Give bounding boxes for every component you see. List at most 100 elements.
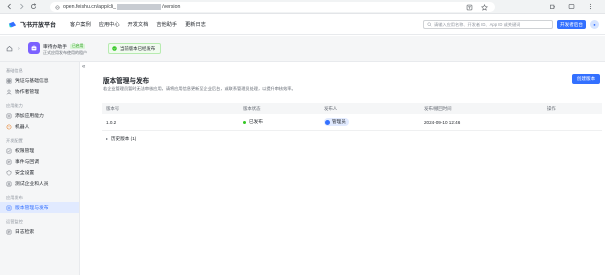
column-header-status: 版本状态 xyxy=(243,105,261,111)
add-capability-icon xyxy=(6,113,12,118)
publish-status-text: 当前版本已经发布 xyxy=(120,45,156,51)
publisher-chip[interactable]: 管理员 xyxy=(324,118,349,126)
create-version-button[interactable]: 创建版本 xyxy=(572,74,600,84)
sidebar-item-test-tenants[interactable]: 测试企业和人员 xyxy=(0,178,79,189)
address-bar[interactable]: open.feishu.cn/app/cli_ xxxxxxxxxxxxxxxx… xyxy=(50,2,495,12)
breadcrumb-separator-icon: › xyxy=(18,46,20,52)
forward-icon[interactable] xyxy=(16,2,26,12)
sidebar-item-label: 测试企业和人员 xyxy=(15,182,49,187)
app-name-text: 审待办助手 xyxy=(43,45,67,50)
search-input[interactable]: 请输入应用名称、开发者 ID、App ID 或关键词 xyxy=(423,20,553,29)
tab-search-icon[interactable] xyxy=(567,2,576,11)
app-avatar-icon xyxy=(28,42,40,54)
status-dot-icon xyxy=(243,120,246,124)
menu-item-changelog[interactable]: 更新日志 xyxy=(185,21,206,28)
sidebar-group-basic: 基础信息 xyxy=(6,68,23,73)
page-title: 版本管理与发布 xyxy=(103,78,150,85)
back-icon[interactable] xyxy=(4,2,14,12)
star-icon[interactable] xyxy=(481,4,488,11)
sidebar-group-release: 应用发布 xyxy=(6,195,23,200)
more-menu-icon[interactable] xyxy=(586,2,595,11)
search-icon xyxy=(427,22,432,27)
column-header-actions: 操作 xyxy=(547,105,556,111)
sidebar-item-label: 版本管理与发布 xyxy=(15,206,49,211)
expand-arrow-icon: ▸ xyxy=(106,136,109,141)
sidebar-group-dev-config: 开发配置 xyxy=(6,138,23,143)
check-circle-icon xyxy=(112,46,117,51)
sidebar-item-label: 机器人 xyxy=(15,125,30,130)
shield-icon xyxy=(6,169,12,176)
sidebar-item-label: 安全设置 xyxy=(15,171,35,176)
extensions-icon[interactable] xyxy=(548,2,557,11)
developer-console-button[interactable]: 开发者后台 xyxy=(557,20,586,29)
column-header-publisher: 发布人 xyxy=(324,105,338,111)
permissions-icon xyxy=(6,148,12,153)
search-placeholder: 请输入应用名称、开发者 ID、App ID 或关键词 xyxy=(434,21,521,27)
feishu-logo[interactable]: 飞书开放平台 xyxy=(8,20,56,29)
collapse-sidebar-icon[interactable]: « xyxy=(82,64,85,70)
app-grid-icon xyxy=(6,78,12,83)
site-info-icon[interactable] xyxy=(55,5,60,10)
sidebar-item-label: 权限管理 xyxy=(15,149,35,154)
status-text: 已发布 xyxy=(249,119,263,124)
version-icon xyxy=(6,205,12,210)
user-avatar[interactable]: ● xyxy=(590,20,599,29)
top-menu: 客户案例 应用中心 开发文档 吉他助手 更新日志 xyxy=(70,21,206,28)
sidebar-item-events[interactable]: 事件与回调 xyxy=(0,156,79,167)
main-content: 版本管理与发布 若企业管理员暂时无法审核应用，请将应用信息更新至企业后台，或联系… xyxy=(92,62,605,275)
sidebar-item-credentials[interactable]: 凭证与基础信息 xyxy=(0,75,79,86)
user-icon xyxy=(6,89,12,94)
redacted-url-segment: xxxxxxxxxxxxxxxxx xyxy=(117,4,162,10)
publisher-avatar xyxy=(325,119,330,125)
history-versions-row[interactable]: ▸ 历史版本 (1) xyxy=(102,131,602,146)
column-header-version: 版本号 xyxy=(106,105,120,111)
logo-text: 飞书开放平台 xyxy=(20,23,57,29)
sidebar-item-log-search[interactable]: 日志检索 xyxy=(0,226,79,237)
sidebar-item-label: 日志检索 xyxy=(15,230,35,235)
url-text: open.feishu.cn/app/cli_ xyxy=(63,4,117,10)
history-expand-toggle[interactable]: ▸ 历史版本 (1) xyxy=(102,136,136,142)
app-org-text: 正式应用发布使用的租户 xyxy=(43,50,87,55)
table-header: 版本号 版本状态 发布人 发布/撤回时间 操作 xyxy=(102,103,602,114)
app-header: › 审待办助手 已启用 正式应用发布使用的租户 当前版本已经发布 xyxy=(0,36,605,62)
sidebar-item-label: 协作者管理 xyxy=(15,90,39,95)
sidebar-group-capabilities: 应用能力 xyxy=(6,103,23,108)
menu-item-assistant[interactable]: 吉他助手 xyxy=(156,21,177,28)
sidebar-item-security[interactable]: 安全设置 xyxy=(0,167,79,178)
sidebar-item-label: 添加应用能力 xyxy=(15,114,44,119)
app-status-badge: 已启用 xyxy=(70,44,86,49)
sidebar-item-label: 凭证与基础信息 xyxy=(15,79,49,84)
sidebar-item-label: 事件与回调 xyxy=(15,160,39,165)
feishu-logo-icon xyxy=(8,21,17,28)
publisher-cell: 管理员 xyxy=(320,118,420,126)
column-header-time: 发布/撤回时间 xyxy=(424,105,452,111)
status-cell: 已发布 xyxy=(239,119,320,125)
time-cell: 2024-09-10 12:46 xyxy=(424,119,461,125)
version-table: 版本号 版本状态 发布人 发布/撤回时间 操作 1.0.2 已发布 管理员 20… xyxy=(102,103,602,146)
publisher-name: 管理员 xyxy=(332,119,346,124)
translate-icon[interactable] xyxy=(466,4,473,11)
table-row[interactable]: 1.0.2 已发布 管理员 2024-09-10 12:46 xyxy=(102,114,602,131)
version-cell: 1.0.2 xyxy=(106,119,117,125)
sidebar-item-permissions[interactable]: 权限管理 xyxy=(0,145,79,156)
browser-toolbar: open.feishu.cn/app/cli_ xxxxxxxxxxxxxxxx… xyxy=(0,0,605,14)
sidebar-item-bot[interactable]: 机器人 xyxy=(0,121,79,132)
sidebar-item-add-capability[interactable]: 添加应用能力 xyxy=(0,110,79,121)
publish-status-banner: 当前版本已经发布 xyxy=(108,43,161,54)
menu-item-docs[interactable]: 开发文档 xyxy=(128,21,149,28)
sidebar-item-version-release[interactable]: 版本管理与发布 xyxy=(0,202,79,213)
test-users-icon xyxy=(6,181,12,186)
menu-item-cases[interactable]: 客户案例 xyxy=(70,21,91,28)
home-icon[interactable] xyxy=(5,44,14,53)
reload-icon[interactable] xyxy=(28,2,38,12)
sidebar-group-ops: 运营监控 xyxy=(6,219,23,224)
menu-item-app-center[interactable]: 应用中心 xyxy=(99,21,120,28)
bot-icon xyxy=(6,124,12,129)
top-navigation: 飞书开放平台 客户案例 应用中心 开发文档 吉他助手 更新日志 请输入应用名称、… xyxy=(0,15,605,35)
sidebar: 基础信息 凭证与基础信息 协作者管理 应用能力 添加应用能力 机器人 开发配置 … xyxy=(0,62,80,275)
log-icon xyxy=(6,229,12,234)
url-suffix-text: /version xyxy=(162,4,181,10)
sidebar-item-collaborators[interactable]: 协作者管理 xyxy=(0,86,79,97)
app-name[interactable]: 审待办助手 已启用 xyxy=(43,43,86,50)
page-description: 若企业管理员暂时无法审核应用，请将应用信息更新至企业后台，或联系管理员处理，以提… xyxy=(103,86,296,91)
